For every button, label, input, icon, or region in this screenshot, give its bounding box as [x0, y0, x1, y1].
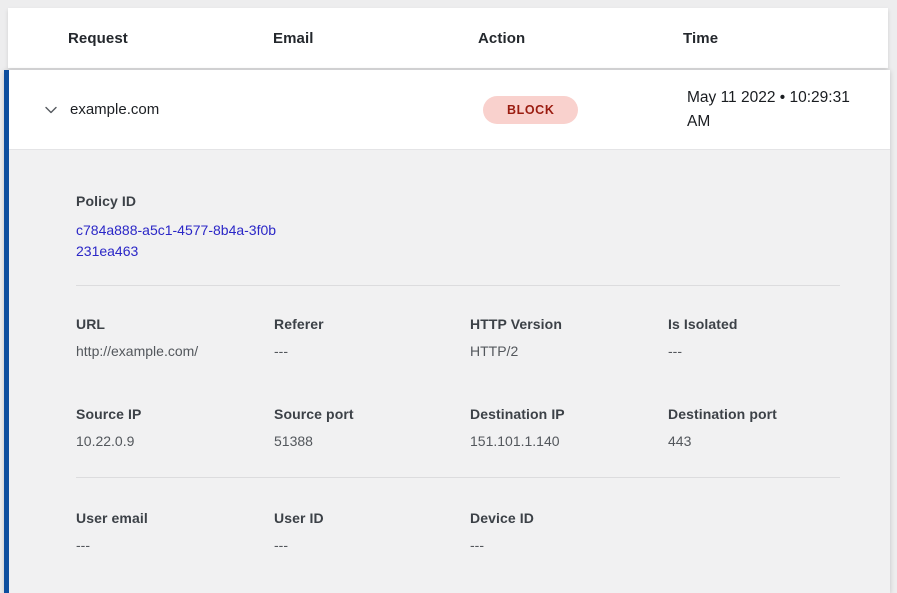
- field-label: URL: [76, 316, 274, 332]
- field-url: URL http://example.com/: [76, 316, 274, 359]
- field-source-port: Source port 51388: [274, 406, 470, 449]
- detail-fields-row-3: User email --- User ID --- Device ID ---: [76, 510, 860, 553]
- field-destination-port: Destination port 443: [668, 406, 860, 449]
- field-value: 151.101.1.140: [470, 433, 668, 449]
- field-label: Referer: [274, 316, 470, 332]
- field-http-version: HTTP Version HTTP/2: [470, 316, 668, 359]
- field-device-id: Device ID ---: [470, 510, 668, 553]
- field-value: ---: [76, 537, 274, 553]
- column-header-request: Request: [68, 30, 273, 47]
- field-label: Source port: [274, 406, 470, 422]
- time-cell: May 11 2022 • 10:29:31 AM: [687, 86, 869, 134]
- field-value: http://example.com/: [76, 343, 274, 359]
- column-header-action: Action: [478, 30, 683, 47]
- action-cell: BLOCK: [483, 96, 578, 124]
- chevron-down-icon[interactable]: [39, 98, 63, 122]
- status-badge: BLOCK: [483, 96, 578, 124]
- field-label: Destination port: [668, 406, 860, 422]
- field-value: ---: [274, 343, 470, 359]
- field-referer: Referer ---: [274, 316, 470, 359]
- divider: [76, 285, 840, 286]
- policy-id-link[interactable]: c784a888-a5c1-4577-8b4a-3f0b231ea463: [76, 220, 281, 262]
- policy-id-section: Policy ID c784a888-a5c1-4577-8b4a-3f0b23…: [76, 193, 860, 262]
- divider: [76, 477, 840, 478]
- field-label: Device ID: [470, 510, 668, 526]
- field-label: Is Isolated: [668, 316, 860, 332]
- field-label: User email: [76, 510, 274, 526]
- detail-panel: Policy ID c784a888-a5c1-4577-8b4a-3f0b23…: [9, 150, 890, 593]
- column-header-time: Time: [683, 30, 888, 47]
- request-cell: example.com: [70, 101, 159, 118]
- field-value: HTTP/2: [470, 343, 668, 359]
- detail-fields-row-2: Source IP 10.22.0.9 Source port 51388 De…: [76, 406, 860, 449]
- field-value: 10.22.0.9: [76, 433, 274, 449]
- expanded-row-block: example.com BLOCK May 11 2022 • 10:29:31…: [4, 70, 890, 593]
- policy-id-label: Policy ID: [76, 193, 860, 209]
- field-label: HTTP Version: [470, 316, 668, 332]
- field-empty: [668, 510, 860, 553]
- field-label: Source IP: [76, 406, 274, 422]
- field-value: ---: [668, 343, 860, 359]
- detail-fields-row-1: URL http://example.com/ Referer --- HTTP…: [76, 316, 860, 359]
- field-value: ---: [274, 537, 470, 553]
- column-header-email: Email: [273, 30, 478, 47]
- table-header: Request Email Action Time: [8, 8, 888, 68]
- field-value: 443: [668, 433, 860, 449]
- field-user-email: User email ---: [76, 510, 274, 553]
- field-label: Destination IP: [470, 406, 668, 422]
- field-user-id: User ID ---: [274, 510, 470, 553]
- field-label: User ID: [274, 510, 470, 526]
- field-value: 51388: [274, 433, 470, 449]
- table-row[interactable]: example.com BLOCK May 11 2022 • 10:29:31…: [9, 70, 890, 150]
- field-source-ip: Source IP 10.22.0.9: [76, 406, 274, 449]
- field-is-isolated: Is Isolated ---: [668, 316, 860, 359]
- field-destination-ip: Destination IP 151.101.1.140: [470, 406, 668, 449]
- field-value: ---: [470, 537, 668, 553]
